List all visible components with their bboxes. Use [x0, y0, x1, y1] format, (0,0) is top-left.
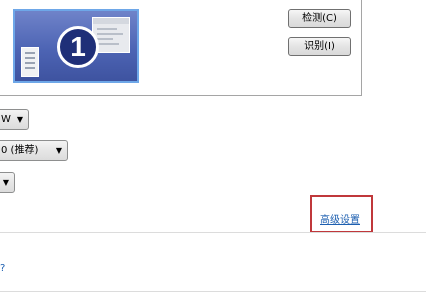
display-settings-page: 1 检测(C) 识别(I) W ▼ 0 (推荐) ▼ ▼ 高级设置 ?: [0, 0, 426, 294]
advanced-settings-link[interactable]: 高级设置: [320, 211, 360, 226]
orientation-dropdown[interactable]: ▼: [0, 172, 15, 193]
divider: [0, 291, 426, 292]
chevron-down-icon: ▼: [16, 115, 23, 124]
display-dropdown-value: W: [1, 114, 11, 125]
resolution-dropdown[interactable]: 0 (推荐) ▼: [0, 140, 68, 161]
monitor-1-thumbnail[interactable]: 1: [13, 9, 139, 83]
display-dropdown[interactable]: W ▼: [0, 109, 29, 130]
divider: [0, 232, 426, 233]
chevron-down-icon: ▼: [55, 146, 62, 155]
help-link[interactable]: ?: [0, 263, 5, 274]
monitor-number-badge: 1: [57, 26, 99, 68]
identify-button[interactable]: 识别(I): [288, 37, 351, 56]
chevron-down-icon: ▼: [2, 178, 9, 187]
monitor-preview-panel: 1 检测(C) 识别(I): [0, 0, 362, 96]
detect-button[interactable]: 检测(C): [288, 9, 351, 28]
resolution-dropdown-value: 0 (推荐): [1, 145, 39, 156]
computer-tower-icon: [21, 47, 39, 77]
